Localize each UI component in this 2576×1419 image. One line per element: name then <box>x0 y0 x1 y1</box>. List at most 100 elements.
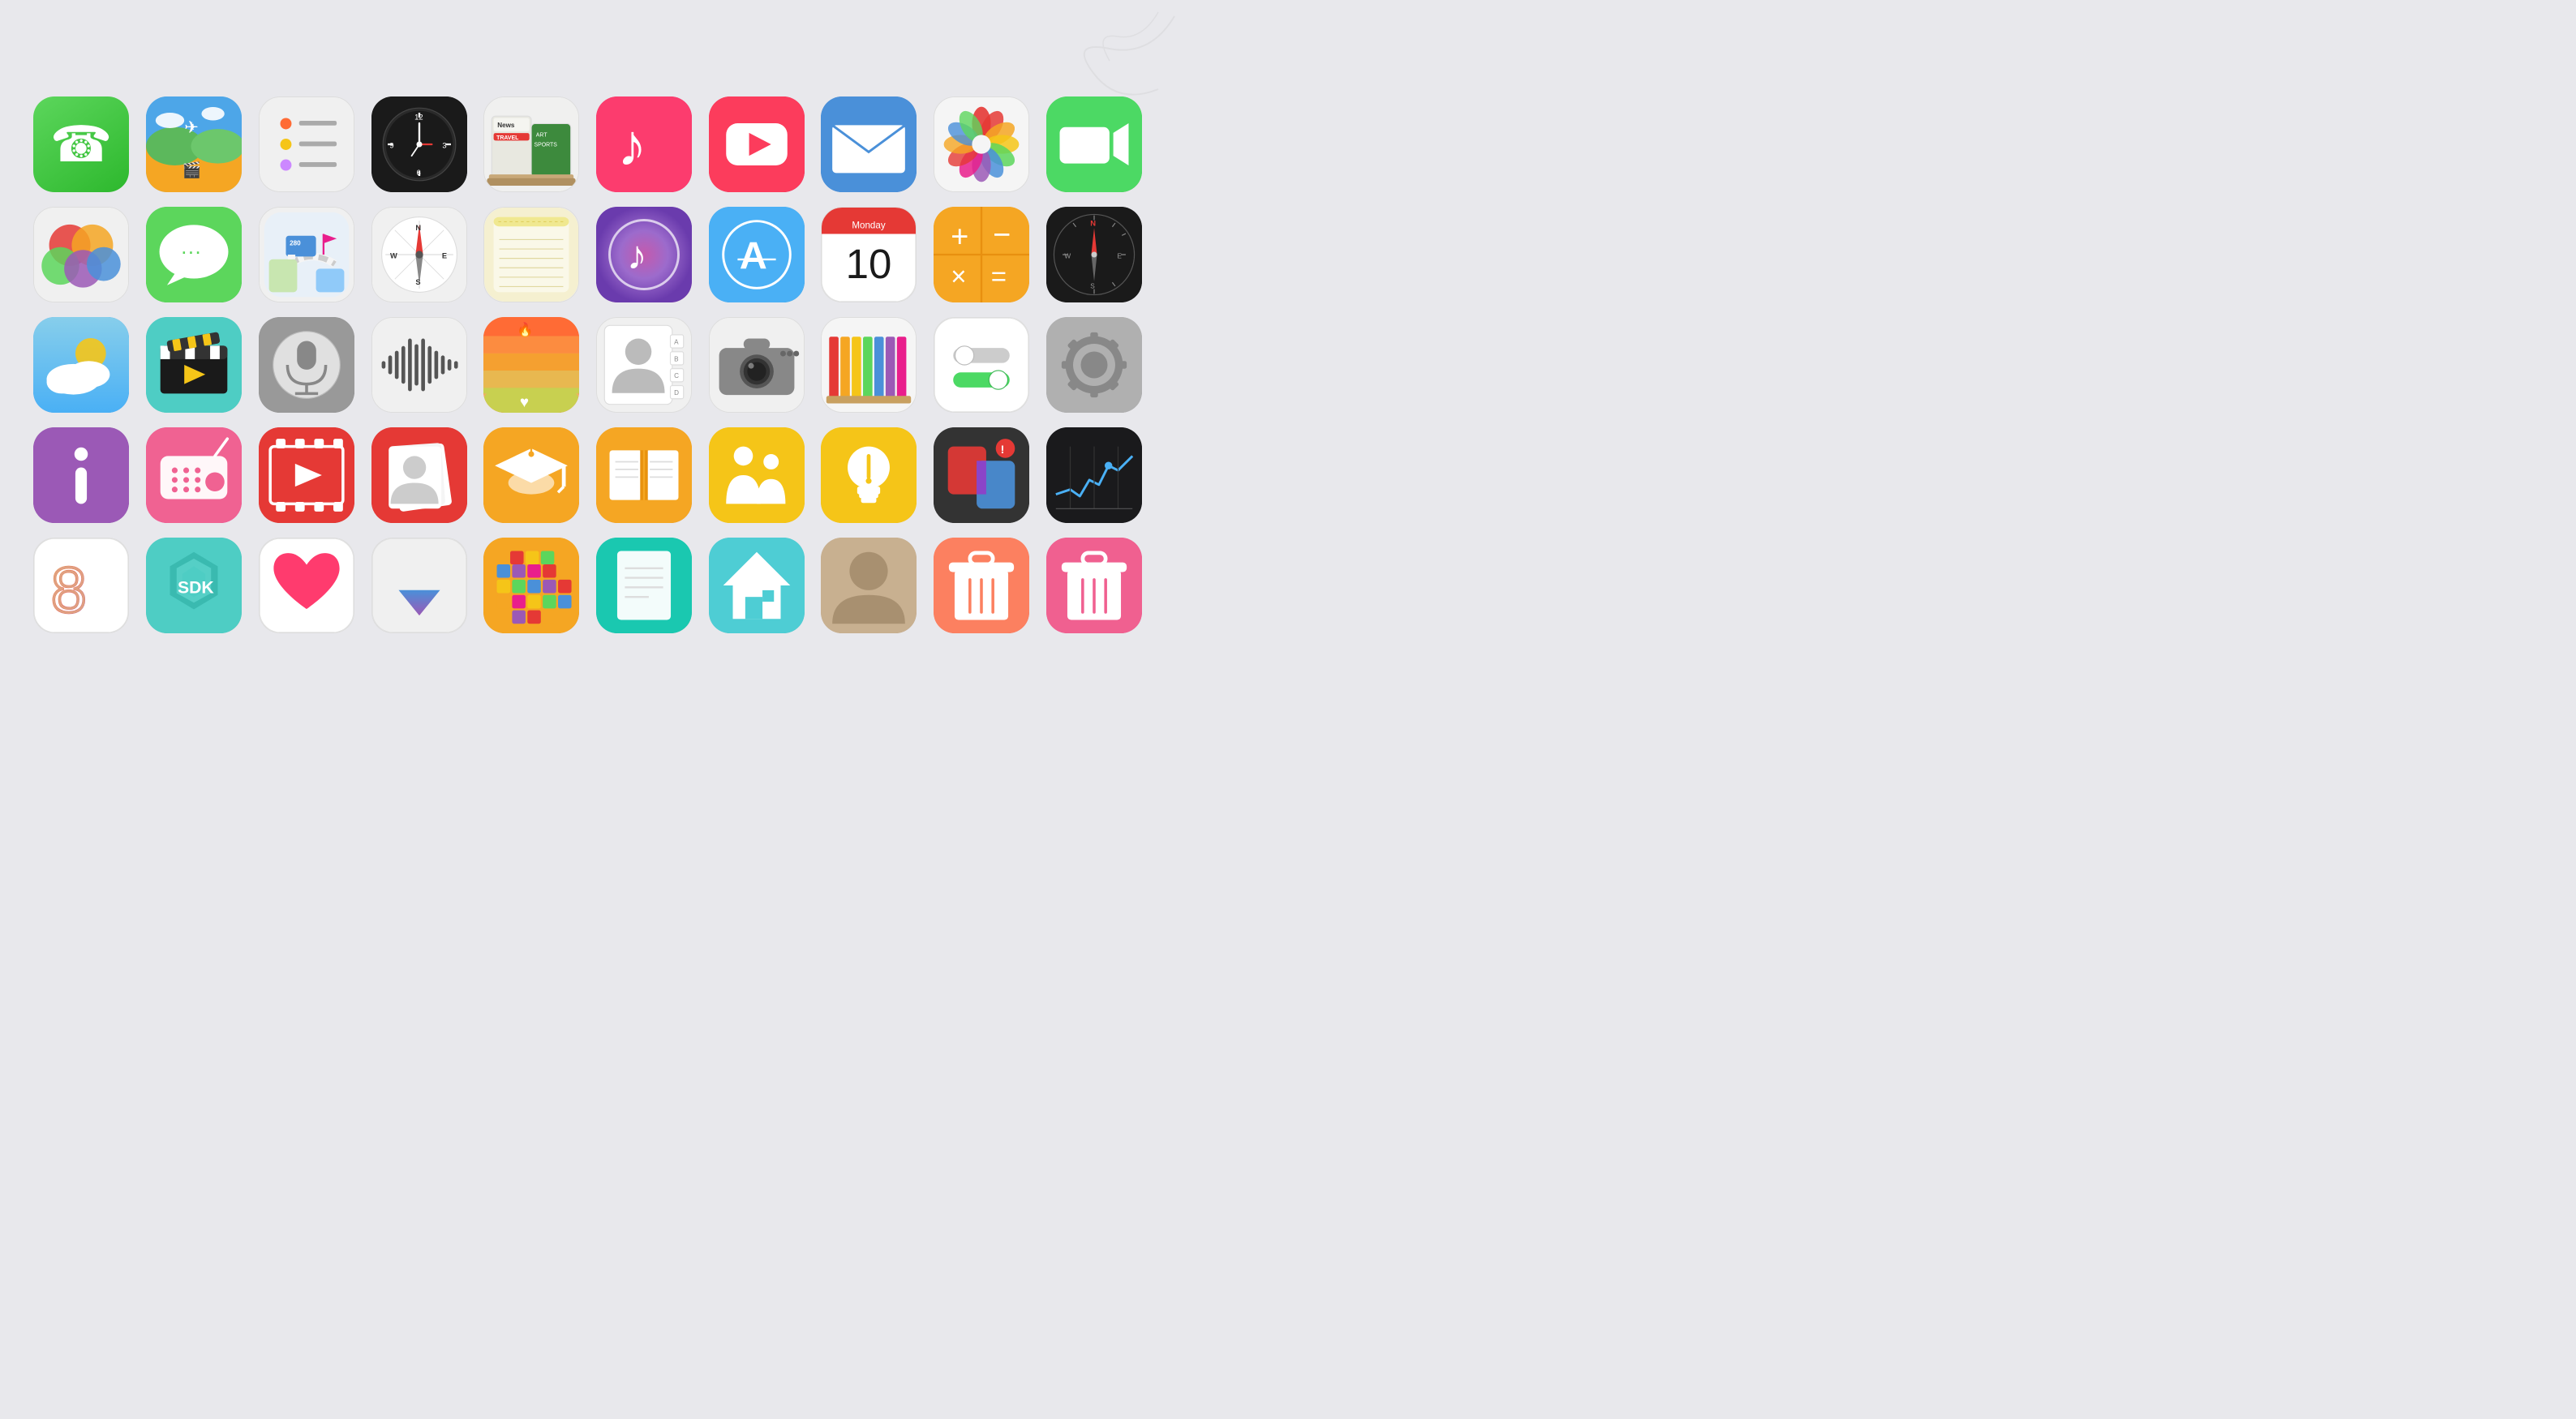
calendar-icon[interactable]: Monday 10 <box>821 207 917 302</box>
compass-wrapper[interactable]: N E S W <box>1045 207 1144 302</box>
android-transfer-wrapper[interactable]: ! <box>933 427 1031 523</box>
trash-pink-wrapper[interactable] <box>1045 538 1144 633</box>
appstore-icon[interactable]: A <box>709 207 805 302</box>
messages-wrapper[interactable]: ··· <box>145 207 243 302</box>
facetime-wrapper[interactable] <box>1045 96 1144 192</box>
phone-icon-wrapper[interactable]: ☎ <box>32 96 131 192</box>
health-icon[interactable] <box>259 538 354 633</box>
education-wrapper[interactable] <box>483 427 581 523</box>
periscope-wrapper[interactable] <box>32 427 131 523</box>
stocks-icon[interactable] <box>1046 427 1142 523</box>
siri-wrapper[interactable] <box>257 317 355 413</box>
android-transfer-icon[interactable]: ! <box>934 427 1029 523</box>
radio-wrapper[interactable] <box>145 427 243 523</box>
safari-icon[interactable]: N S E W <box>371 207 467 302</box>
voice-memos-wrapper[interactable] <box>370 317 468 413</box>
imovie-wrapper[interactable] <box>145 317 243 413</box>
settings-wrapper[interactable] <box>1045 317 1144 413</box>
photos-icon[interactable] <box>934 96 1029 192</box>
pages-wrapper[interactable] <box>595 538 693 633</box>
clock-icon[interactable]: 12 3 6 9 <box>371 96 467 192</box>
trash-orange-wrapper[interactable] <box>933 538 1031 633</box>
itunes-icon[interactable]: ♪ <box>596 207 692 302</box>
notes-icon[interactable] <box>483 207 579 302</box>
ios8-wrapper[interactable]: 8 8 <box>32 538 131 633</box>
family-sharing-icon[interactable] <box>709 427 805 523</box>
cloud-photos-wrapper[interactable] <box>483 538 581 633</box>
home-app-icon[interactable] <box>709 538 805 633</box>
download-wrapper[interactable] <box>370 538 468 633</box>
mail-icon[interactable] <box>821 96 917 192</box>
ithoughts-icon[interactable]: 🔥 ♥ <box>483 317 579 413</box>
contacts-tabs-icon[interactable]: A B C D <box>596 317 692 413</box>
itunes-wrapper[interactable]: ♪ <box>595 207 693 302</box>
education-icon[interactable] <box>483 427 579 523</box>
facetime-icon[interactable] <box>1046 96 1142 192</box>
xcode-icon[interactable]: SDK <box>146 538 242 633</box>
home-app-wrapper[interactable] <box>707 538 805 633</box>
gamecenter-classic-wrapper[interactable]: ✈ 🎬 <box>145 96 243 192</box>
gamecenter-wrapper[interactable] <box>32 207 131 302</box>
contacts-card-wrapper[interactable] <box>370 427 468 523</box>
ibooks-icon[interactable] <box>596 427 692 523</box>
stocks-wrapper[interactable] <box>1045 427 1144 523</box>
phone-icon[interactable]: ☎ <box>33 96 129 192</box>
youtube-wrapper[interactable] <box>707 96 805 192</box>
camera-icon[interactable] <box>709 317 805 413</box>
ios8-icon[interactable]: 8 8 <box>33 538 129 633</box>
weather-wrapper[interactable] <box>32 317 131 413</box>
tips-wrapper[interactable] <box>820 427 918 523</box>
cloud-photos-icon[interactable] <box>483 538 579 633</box>
ithoughts-wrapper[interactable]: 🔥 ♥ <box>483 317 581 413</box>
radio-icon[interactable] <box>146 427 242 523</box>
xcode-wrapper[interactable]: SDK <box>145 538 243 633</box>
calendar-wrapper[interactable]: Monday 10 <box>820 207 918 302</box>
maps-icon[interactable]: 280 <box>259 207 354 302</box>
weather-icon[interactable] <box>33 317 129 413</box>
trash-pink-icon[interactable] <box>1046 538 1142 633</box>
family-sharing-wrapper[interactable] <box>707 427 805 523</box>
contacts-tabs-wrapper[interactable]: A B C D <box>595 317 693 413</box>
gamecenter-icon[interactable] <box>33 207 129 302</box>
ibooks-shelf-wrapper[interactable] <box>820 317 918 413</box>
download-icon[interactable] <box>371 538 467 633</box>
reminders-wrapper[interactable] <box>257 96 355 192</box>
camera-wrapper[interactable] <box>707 317 805 413</box>
periscope-icon[interactable] <box>33 427 129 523</box>
siri-icon[interactable] <box>259 317 354 413</box>
health-wrapper[interactable] <box>257 538 355 633</box>
newsstand-wrapper[interactable]: News TRAVEL ART SPORTS <box>483 96 581 192</box>
pages-icon[interactable] <box>596 538 692 633</box>
ibooks-shelf-icon[interactable] <box>821 317 917 413</box>
mail-wrapper[interactable] <box>820 96 918 192</box>
music-icon[interactable]: ♪ <box>596 96 692 192</box>
imovie-icon[interactable] <box>146 317 242 413</box>
contacts-face-wrapper[interactable] <box>820 538 918 633</box>
clock-wrapper[interactable]: 12 3 6 9 <box>370 96 468 192</box>
calculator-icon[interactable]: + − × = <box>934 207 1029 302</box>
settings-icon[interactable] <box>1046 317 1142 413</box>
messages-icon[interactable]: ··· <box>146 207 242 302</box>
compass-icon[interactable]: N E S W <box>1046 207 1142 302</box>
reminders-icon[interactable] <box>259 96 354 192</box>
calculator-wrapper[interactable]: + − × = <box>933 207 1031 302</box>
safari-wrapper[interactable]: N S E W <box>370 207 468 302</box>
contacts-face-icon[interactable] <box>821 538 917 633</box>
maps-wrapper[interactable]: 280 <box>257 207 355 302</box>
newsstand-icon[interactable]: News TRAVEL ART SPORTS <box>483 96 579 192</box>
gamecenter-classic-icon[interactable]: ✈ 🎬 <box>146 96 242 192</box>
music-wrapper[interactable]: ♪ <box>595 96 693 192</box>
toggle-settings-wrapper[interactable] <box>933 317 1031 413</box>
tips-icon[interactable] <box>821 427 917 523</box>
trash-orange-icon[interactable] <box>934 538 1029 633</box>
video-editor-icon[interactable] <box>259 427 354 523</box>
contacts-card-icon[interactable] <box>371 427 467 523</box>
ibooks-wrapper[interactable] <box>595 427 693 523</box>
toggle-settings-icon[interactable] <box>934 317 1029 413</box>
youtube-icon[interactable] <box>709 96 805 192</box>
voice-memos-icon[interactable] <box>371 317 467 413</box>
video-editor-wrapper[interactable] <box>257 427 355 523</box>
photos-wrapper[interactable] <box>933 96 1031 192</box>
appstore-wrapper[interactable]: A <box>707 207 805 302</box>
notes-wrapper[interactable] <box>483 207 581 302</box>
